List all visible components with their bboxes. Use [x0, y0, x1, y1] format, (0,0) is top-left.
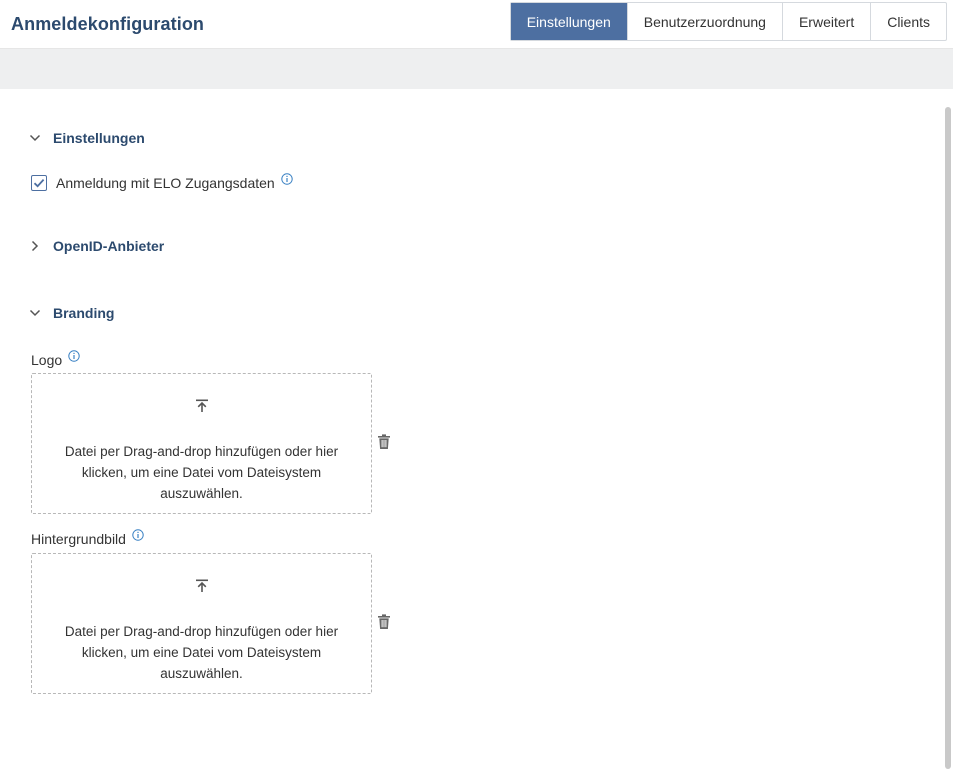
- section-title: OpenID-Anbieter: [53, 238, 165, 254]
- logo-dropzone[interactable]: Datei per Drag-and-drop hinzufügen oder …: [31, 373, 372, 514]
- info-icon[interactable]: [68, 350, 80, 362]
- chevron-right-icon: [31, 240, 39, 252]
- section-title: Branding: [53, 305, 115, 321]
- upload-icon: [196, 579, 208, 592]
- checkbox-row-elo-login: Anmeldung mit ELO Zugangsdaten: [31, 173, 293, 191]
- dropzone-text: Datei per Drag-and-drop hinzufügen oder …: [64, 444, 339, 501]
- chevron-down-icon: [29, 134, 41, 142]
- logo-label-text: Logo: [31, 352, 63, 368]
- trash-icon[interactable]: [377, 614, 391, 630]
- info-icon[interactable]: [281, 173, 293, 185]
- tab-benutzerzuordnung[interactable]: Benutzerzuordnung: [626, 3, 782, 40]
- background-label-text: Hintergrundbild: [31, 531, 126, 547]
- page-title: Anmeldekonfiguration: [11, 14, 205, 34]
- info-icon[interactable]: [132, 529, 144, 541]
- logo-label: Logo: [31, 350, 80, 368]
- tab-erweitert[interactable]: Erweitert: [781, 3, 870, 40]
- upload-icon: [196, 399, 208, 412]
- chevron-down-icon: [29, 309, 41, 317]
- toolbar-area: [0, 49, 953, 89]
- section-title: Einstellungen: [53, 130, 145, 146]
- checkbox-label: Anmeldung mit ELO Zugangsdaten: [56, 175, 275, 191]
- tab-bar: Einstellungen Benutzerzuordnung Erweiter…: [509, 2, 947, 41]
- dropzone-text: Datei per Drag-and-drop hinzufügen oder …: [64, 624, 339, 681]
- elo-login-checkbox[interactable]: [31, 175, 47, 191]
- tab-einstellungen[interactable]: Einstellungen: [510, 3, 627, 40]
- section-header-branding[interactable]: Branding: [28, 305, 114, 321]
- section-header-openid[interactable]: OpenID-Anbieter: [28, 238, 164, 254]
- trash-icon[interactable]: [377, 434, 391, 450]
- tab-clients[interactable]: Clients: [870, 3, 946, 40]
- background-label: Hintergrundbild: [31, 529, 144, 547]
- check-icon: [33, 178, 45, 188]
- section-header-einstellungen[interactable]: Einstellungen: [28, 130, 145, 146]
- scrollbar[interactable]: [945, 107, 951, 769]
- background-dropzone[interactable]: Datei per Drag-and-drop hinzufügen oder …: [31, 553, 372, 694]
- header: Anmeldekonfiguration Einstellungen Benut…: [0, 0, 953, 49]
